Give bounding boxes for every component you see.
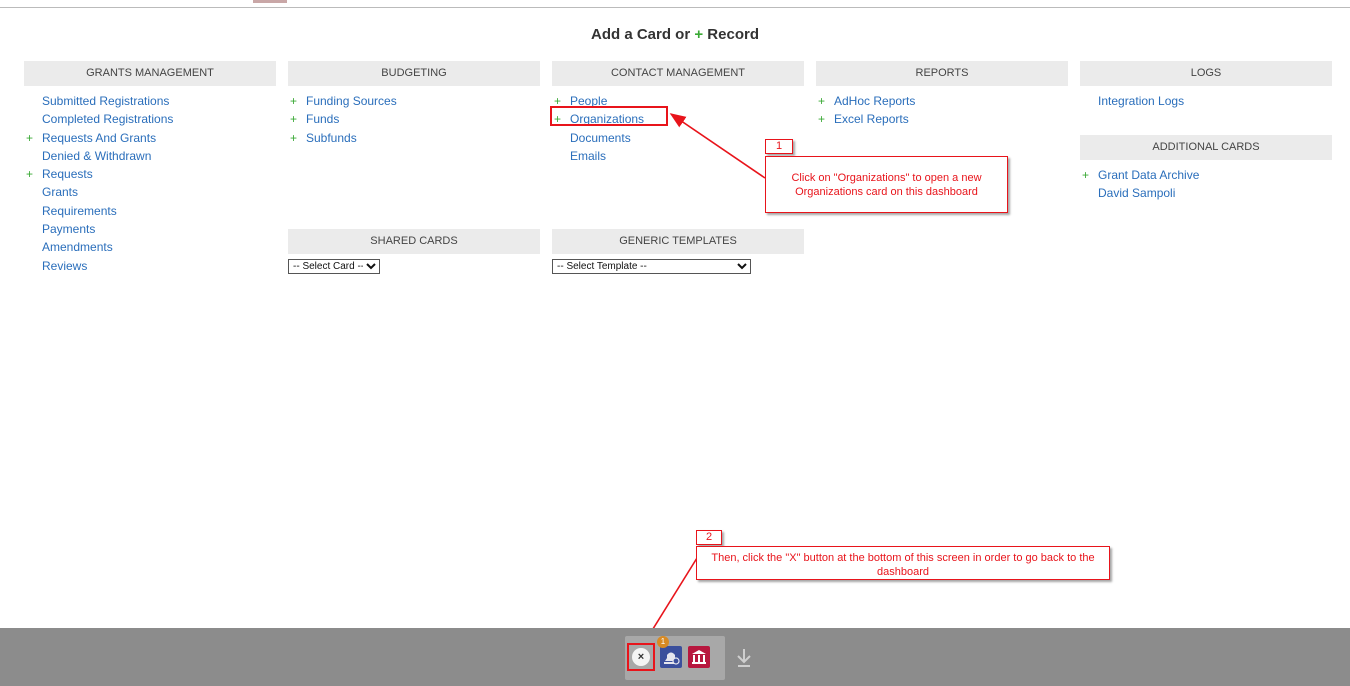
step-2-callout: Then, click the "X" button at the bottom… [696,546,1110,580]
arrow-to-organizations [669,113,766,179]
download-icon [737,649,751,667]
download-button[interactable] [736,646,752,668]
close-button-highlight [627,643,655,671]
bank-icon [692,650,706,664]
bank-button[interactable] [688,646,710,668]
notification-bell-icon [664,652,680,665]
step-2-number: 2 [696,530,722,545]
annotation-arrows [642,113,766,647]
step-1-number: 1 [765,139,793,154]
notification-badge: 1 [657,636,669,648]
step-1-callout: Click on "Organizations" to open a new O… [765,156,1008,213]
notification-bell-button[interactable] [660,646,682,668]
